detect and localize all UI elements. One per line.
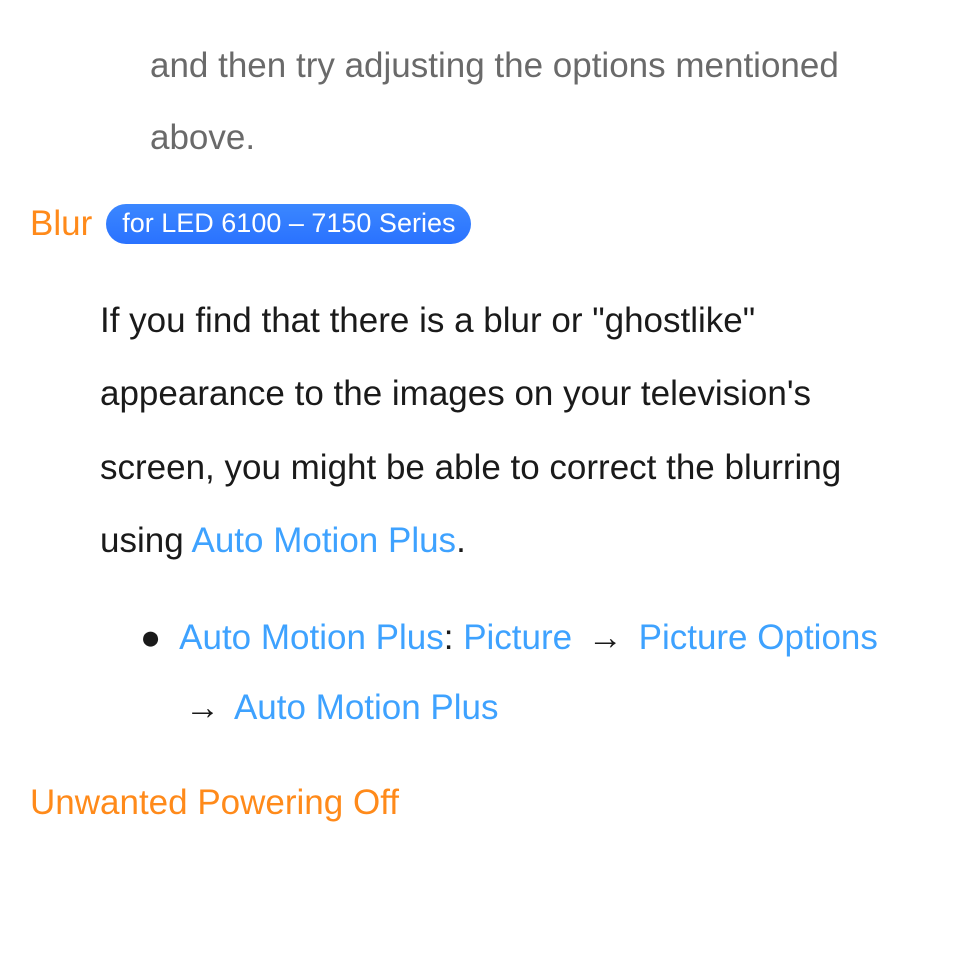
blur-body-period: .	[456, 521, 466, 560]
blur-body-text: If you find that there is a blur or "gho…	[100, 284, 904, 578]
menu-path: Auto Motion Plus: Picture → Picture Opti…	[179, 603, 894, 743]
path-colon: :	[444, 618, 463, 657]
previous-section-continuation: and then try adjusting the options menti…	[150, 30, 924, 174]
unwanted-powering-off-title: Unwanted Powering Off	[30, 783, 924, 823]
manual-page: and then try adjusting the options menti…	[0, 0, 954, 853]
arrow-icon: →	[179, 688, 226, 727]
series-badge: for LED 6100 – 7150 Series	[106, 204, 471, 244]
path-label: Auto Motion Plus	[179, 618, 444, 657]
blur-title: Blur	[30, 204, 92, 244]
path-step-picture-options: Picture Options	[639, 618, 878, 657]
bullet-marker: ●	[140, 603, 161, 743]
blur-section-header: Blur for LED 6100 – 7150 Series	[30, 204, 924, 244]
auto-motion-plus-link: Auto Motion Plus	[191, 521, 456, 560]
path-step-picture: Picture	[463, 618, 572, 657]
menu-path-bullet: ● Auto Motion Plus: Picture → Picture Op…	[140, 603, 894, 743]
arrow-icon: →	[582, 618, 629, 657]
path-step-auto-motion-plus: Auto Motion Plus	[234, 688, 499, 727]
